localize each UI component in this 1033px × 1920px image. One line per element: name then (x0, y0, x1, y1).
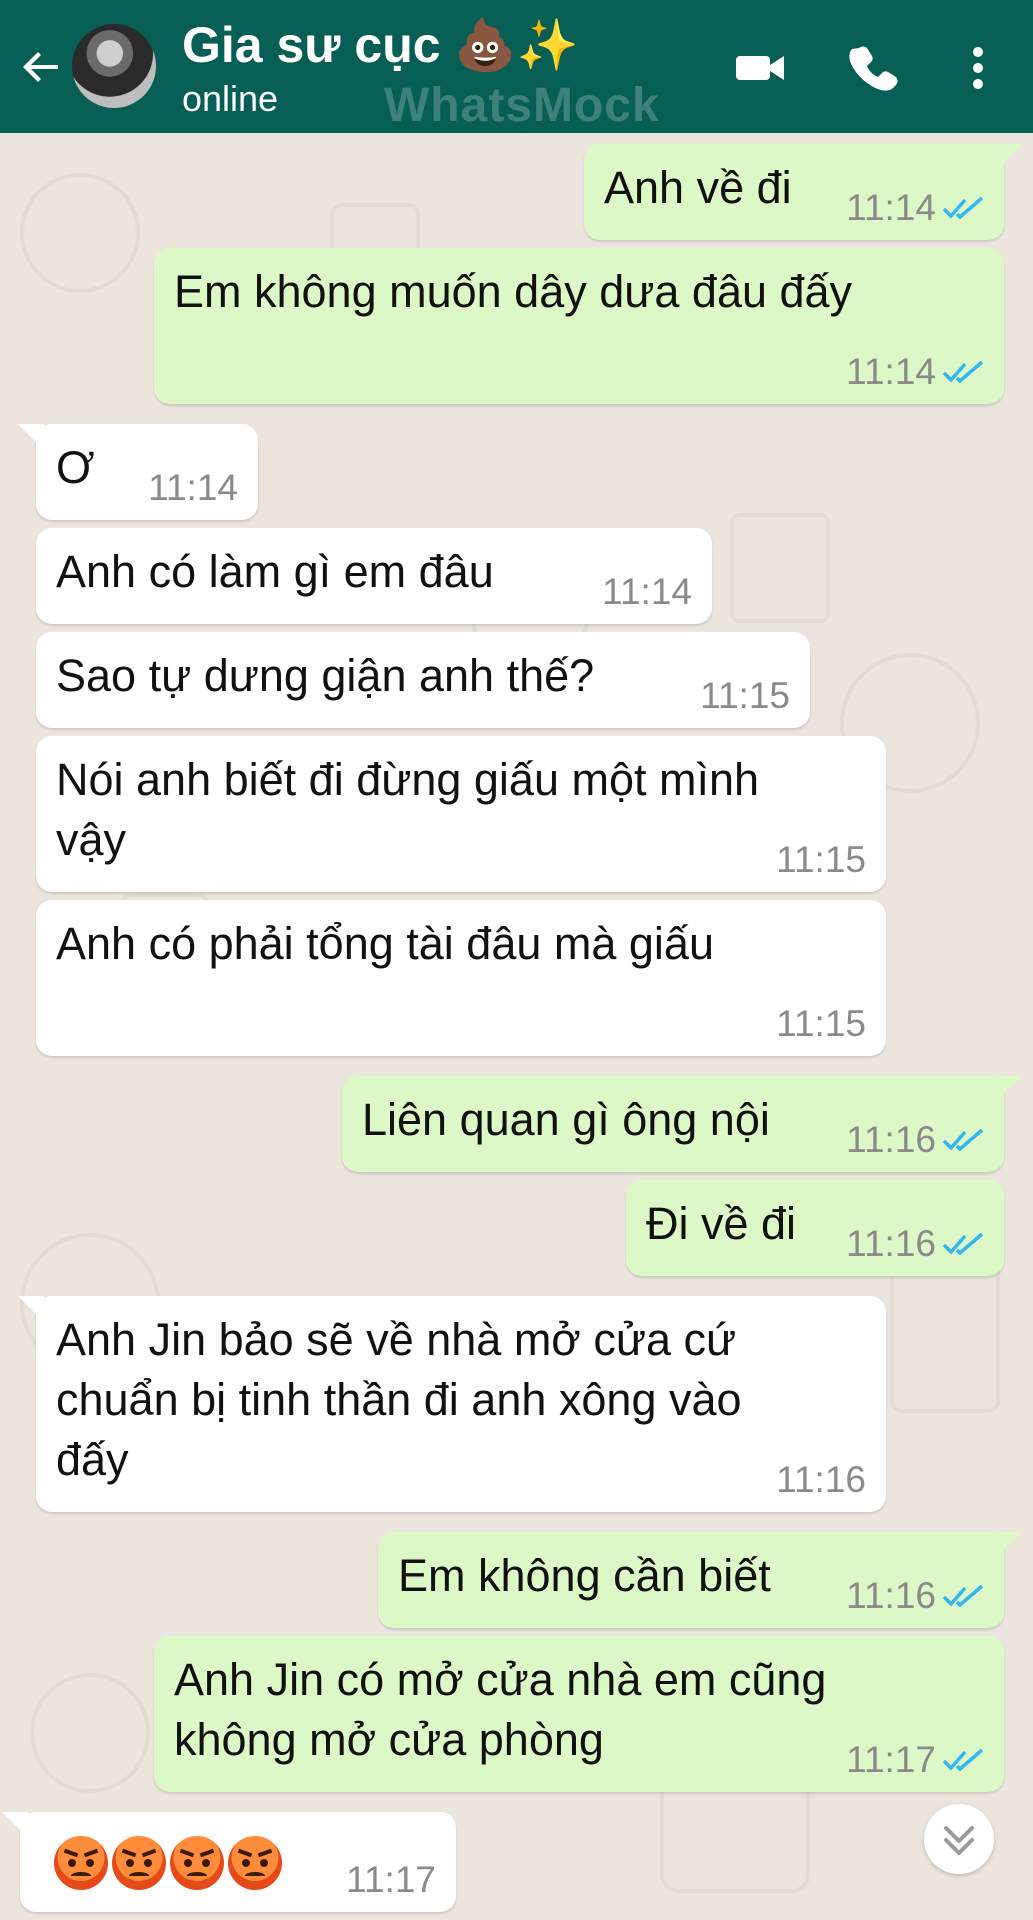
message-bubble-outgoing[interactable]: Anh về đi 11:14 (584, 144, 1022, 240)
angry-face-icon (228, 1836, 282, 1890)
message-meta: 11:16 (846, 1224, 984, 1264)
message-meta: 11:16 (846, 1576, 984, 1616)
more-vert-icon[interactable] (950, 40, 1006, 96)
watermark: WhatsMock (384, 79, 660, 132)
double-check-icon (942, 1232, 984, 1256)
message-bubble-outgoing[interactable]: Em không cần biết 11:16 (378, 1532, 1022, 1628)
message-time: 11:16 (846, 1223, 936, 1264)
message-time: 11:14 (148, 467, 238, 508)
double-check-icon (942, 1584, 984, 1608)
avatar[interactable] (72, 24, 156, 108)
message-meta: 11:15 (700, 676, 790, 716)
message-time: 11:15 (700, 675, 790, 716)
contact-name[interactable]: Gia sư cục 💩✨ (182, 16, 579, 75)
message-time: 11:17 (346, 1859, 436, 1900)
message-time: 11:16 (776, 1459, 866, 1500)
double-check-icon (942, 1748, 984, 1772)
message-meta: 11:15 (776, 840, 866, 880)
message-bubble-outgoing[interactable]: Liên quan gì ông nội 11:16 (342, 1076, 1022, 1172)
message-text: Em không muốn dây dưa đâu đấy (174, 266, 853, 317)
message-bubble-incoming[interactable]: Sao tự dưng giận anh thế? 11:15 (36, 632, 810, 728)
double-check-icon (942, 1128, 984, 1152)
message-meta: 11:17 (846, 1740, 984, 1780)
message-time: 11:14 (846, 187, 936, 228)
message-bubble-incoming[interactable]: Ơ 11:14 (18, 424, 258, 520)
angry-face-icon (112, 1836, 166, 1890)
message-meta: 11:14 (846, 352, 984, 392)
double-check-icon (942, 360, 984, 384)
angry-face-icon (170, 1836, 224, 1890)
phone-icon[interactable] (844, 40, 900, 96)
message-bubble-outgoing[interactable]: Đi về đi 11:16 (626, 1180, 1004, 1276)
message-meta: 11:14 (846, 188, 984, 228)
message-text: Nói anh biết đi đừng giấu một mình vậy (56, 754, 760, 865)
double-check-icon (942, 196, 984, 220)
message-time: 11:15 (776, 1003, 866, 1044)
message-time: 11:14 (846, 351, 936, 392)
message-time: 11:17 (846, 1739, 936, 1780)
chevron-double-down-icon (944, 1826, 974, 1855)
angry-face-icon (54, 1836, 108, 1890)
message-bubble-outgoing[interactable]: Anh Jin có mở cửa nhà em cũng không mở c… (154, 1636, 1004, 1792)
scroll-down-button[interactable] (924, 1804, 994, 1874)
message-meta: 11:14 (148, 468, 238, 508)
message-bubble-incoming[interactable]: Anh có phải tổng tài đâu mà giấu 11:15 (36, 900, 886, 1056)
message-text: Sao tự dưng giận anh thế? (56, 650, 595, 701)
message-time: 11:16 (846, 1119, 936, 1160)
message-text: Anh có làm gì em đâu (56, 546, 494, 597)
message-time: 11:15 (776, 839, 866, 880)
message-meta: 11:14 (602, 572, 692, 612)
chat-header: Gia sư cục 💩✨ online WhatsMock (0, 0, 1033, 133)
message-meta: 11:17 (346, 1860, 436, 1900)
message-bubble-incoming[interactable]: 😡😡😡😡 11:17 (2, 1812, 456, 1912)
message-bubble-outgoing[interactable]: Em không muốn dây dưa đâu đấy 11:14 (154, 248, 1004, 404)
message-meta: 11:16 (776, 1460, 866, 1500)
message-time: 11:16 (846, 1575, 936, 1616)
contact-status: online (182, 78, 279, 119)
message-meta: 11:16 (846, 1120, 984, 1160)
video-call-icon[interactable] (732, 40, 788, 96)
message-bubble-incoming[interactable]: Anh có làm gì em đâu 11:14 (36, 528, 712, 624)
message-text: Anh có phải tổng tài đâu mà giấu (56, 918, 714, 969)
back-arrow-icon[interactable] (18, 43, 66, 91)
message-meta: 11:15 (776, 1004, 866, 1044)
message-text: Anh Jin bảo sẽ về nhà mở cửa cứ chuẩn bị… (56, 1314, 742, 1485)
message-time: 11:14 (602, 571, 692, 612)
message-bubble-incoming[interactable]: Nói anh biết đi đừng giấu một mình vậy 1… (36, 736, 886, 892)
message-bubble-incoming[interactable]: Anh Jin bảo sẽ về nhà mở cửa cứ chuẩn bị… (18, 1296, 886, 1512)
